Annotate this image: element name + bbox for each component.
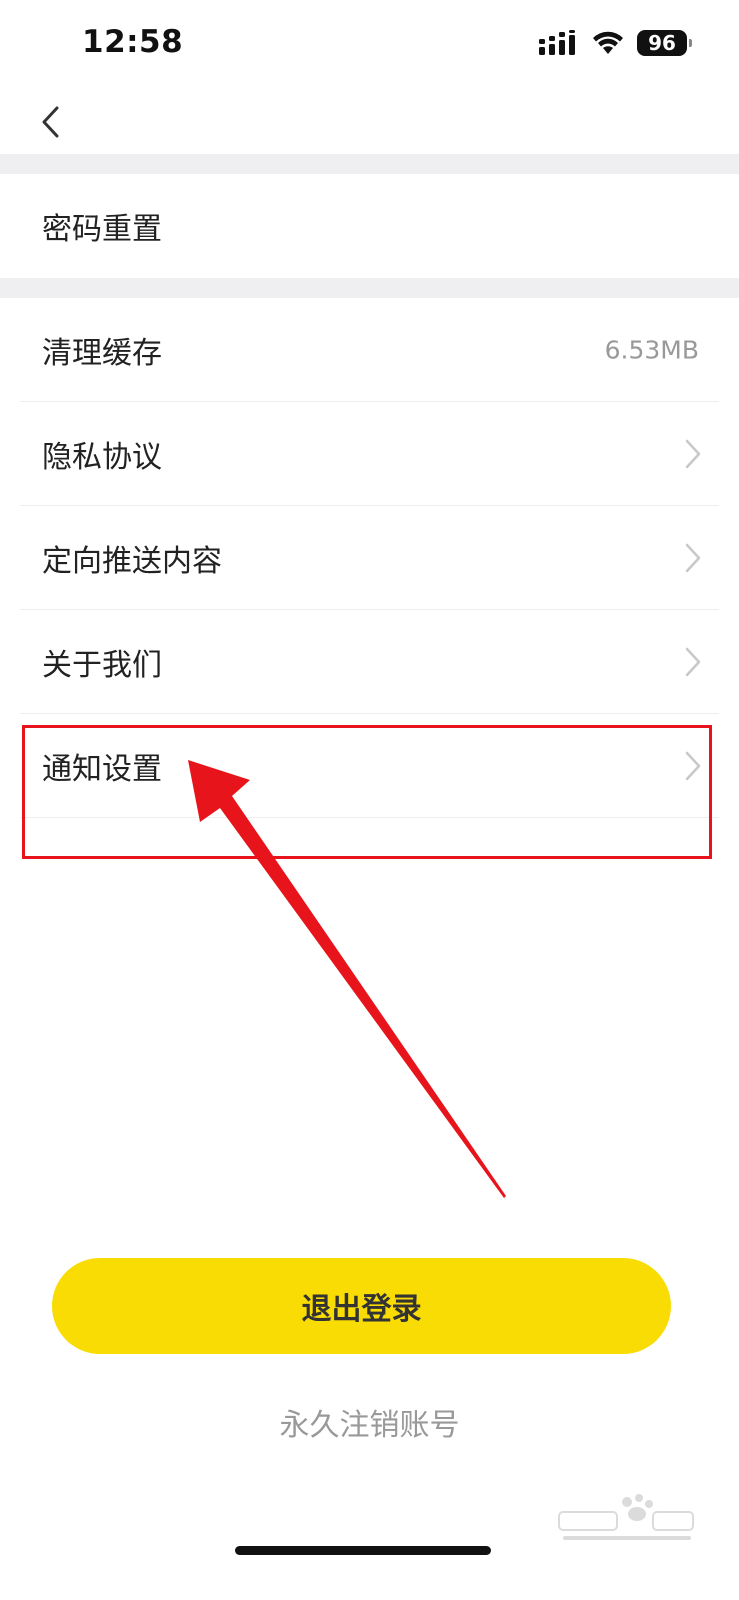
row-label: 清理缓存 [42, 336, 162, 371]
section-gap [0, 278, 739, 298]
chevron-right-icon [685, 647, 701, 677]
status-time: 12:58 [82, 24, 184, 60]
nav-bar [0, 90, 739, 156]
home-indicator [235, 1546, 491, 1555]
chevron-left-icon [42, 106, 59, 138]
row-label: 密码重置 [42, 212, 162, 247]
chevron-right-icon [685, 439, 701, 469]
row-label: 关于我们 [42, 648, 162, 683]
deactivate-account-link[interactable]: 永久注销账号 [0, 1400, 739, 1444]
cache-size-value: 6.53MB [604, 335, 699, 365]
row-label: 定向推送内容 [42, 544, 222, 579]
cellular-signal-icon [539, 30, 575, 55]
battery-tip [689, 39, 692, 47]
section-gap [0, 154, 739, 174]
wifi-icon [593, 31, 623, 54]
highlight-box [22, 725, 712, 859]
status-icons: 96 [539, 26, 692, 60]
settings-row-password-reset[interactable]: 密码重置 [0, 174, 739, 278]
settings-row-privacy-policy[interactable]: 隐私协议 [0, 402, 739, 506]
status-bar: 12:58 96 [0, 0, 739, 90]
battery-icon: 96 [637, 30, 692, 56]
settings-row-targeted-push[interactable]: 定向推送内容 [0, 506, 739, 610]
chevron-right-icon [685, 543, 701, 573]
settings-row-clear-cache[interactable]: 清理缓存 6.53MB [0, 298, 739, 402]
baidu-jingyan-watermark-icon [558, 1494, 694, 1540]
logout-button[interactable]: 退出登录 [52, 1258, 671, 1354]
row-label: 隐私协议 [42, 440, 162, 475]
settings-row-about-us[interactable]: 关于我们 [0, 610, 739, 714]
battery-level: 96 [648, 31, 676, 55]
back-button[interactable] [26, 94, 76, 150]
